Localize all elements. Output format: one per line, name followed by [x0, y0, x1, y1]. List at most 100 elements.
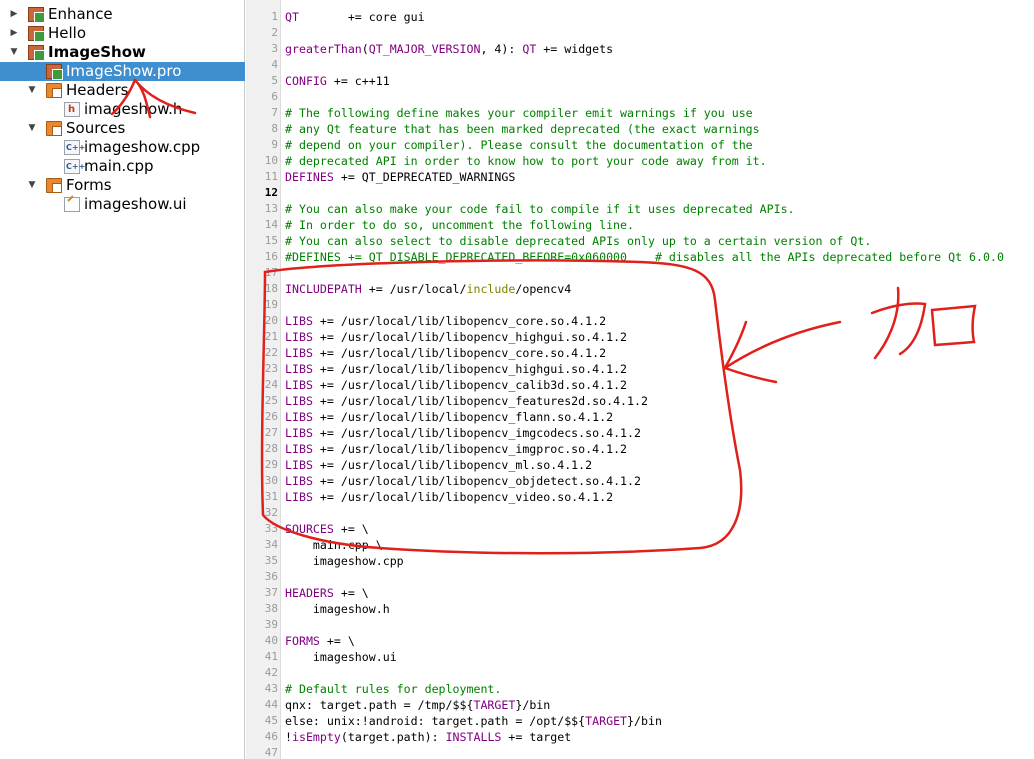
keyword-token: LIBS — [285, 410, 313, 424]
cpp-file-icon: C++ — [64, 159, 85, 174]
code-line[interactable]: # deprecated API in order to know how to… — [285, 154, 767, 168]
comment-token: # You can also make your code fail to co… — [285, 202, 795, 216]
comment-token: #DEFINES += QT_DISABLE_DEPRECATED_BEFORE… — [285, 250, 1004, 264]
code-token: imageshow.h — [285, 602, 390, 616]
tree-item-sources[interactable]: Sources — [0, 119, 245, 138]
file-type-glyph: h — [68, 104, 76, 115]
code-token: += core gui — [298, 10, 425, 24]
code-token: main.cpp \ — [285, 538, 383, 552]
expand-arrow-icon[interactable] — [8, 43, 20, 62]
code-line[interactable]: LIBS += /usr/local/lib/libopencv_flann.s… — [285, 410, 613, 424]
tree-item-enhance[interactable]: Enhance — [0, 5, 245, 24]
line-number: 7 — [271, 106, 278, 119]
tree-item-imageshow-pro[interactable]: ImageShow.pro — [0, 62, 245, 81]
code-line[interactable]: # Default rules for deployment. — [285, 682, 501, 696]
code-line[interactable]: # You can also make your code fail to co… — [285, 202, 795, 216]
code-line[interactable]: # any Qt feature that has been marked de… — [285, 122, 760, 136]
code-line[interactable]: # depend on your compiler). Please consu… — [285, 138, 753, 152]
code-line[interactable]: # You can also select to disable depreca… — [285, 234, 871, 248]
tree-item-imageshow-h[interactable]: h imageshow.h — [0, 100, 245, 119]
code-line[interactable]: else: unix:!android: target.path = /opt/… — [285, 714, 662, 728]
code-line[interactable]: !isEmpty(target.path): INSTALLS += targe… — [285, 730, 571, 744]
code-line[interactable]: SOURCES += \ — [285, 522, 369, 536]
comment-token: # depend on your compiler). Please consu… — [285, 138, 753, 152]
keyword-token: QT — [285, 10, 299, 24]
expand-arrow-icon[interactable] — [26, 81, 38, 100]
code-line[interactable]: LIBS += /usr/local/lib/libopencv_imgcode… — [285, 426, 641, 440]
code-line[interactable]: LIBS += /usr/local/lib/libopencv_core.so… — [285, 346, 606, 360]
code-line[interactable]: # The following define makes your compil… — [285, 106, 753, 120]
line-number: 44 — [264, 698, 278, 711]
line-number: 37 — [264, 586, 278, 599]
qt-project-icon — [28, 7, 45, 23]
code-line[interactable]: LIBS += /usr/local/lib/libopencv_video.s… — [285, 490, 613, 504]
line-number: 4 — [271, 58, 278, 71]
code-line[interactable]: QT += core gui — [285, 10, 425, 24]
comment-token: # Default rules for deployment. — [285, 682, 502, 696]
tree-item-imageshow[interactable]: ImageShow — [0, 43, 245, 62]
line-number: 33 — [264, 522, 278, 535]
ui-file-icon — [64, 197, 80, 212]
code-line[interactable]: imageshow.cpp — [285, 554, 404, 568]
line-number: 10 — [264, 154, 278, 167]
code-line[interactable]: LIBS += /usr/local/lib/libopencv_imgproc… — [285, 442, 627, 456]
line-number: 42 — [264, 666, 278, 679]
code-line[interactable]: greaterThan(QT_MAJOR_VERSION, 4): QT += … — [285, 42, 613, 56]
collapse-arrow-icon[interactable] — [8, 5, 20, 24]
expand-arrow-icon[interactable] — [26, 119, 38, 138]
tree-item-headers[interactable]: Headers — [0, 81, 245, 100]
line-number: 45 — [264, 714, 278, 727]
project-tree[interactable]: EnhanceHelloImageShowImageShow.proHeader… — [0, 0, 245, 759]
code-token: += \ — [319, 634, 355, 648]
keyword-token: FORMS — [285, 634, 320, 648]
collapse-arrow-icon[interactable] — [8, 24, 20, 43]
keyword-token: DEFINES — [285, 170, 334, 184]
code-line[interactable]: INCLUDEPATH += /usr/local/include/opencv… — [285, 282, 571, 296]
tree-item-hello[interactable]: Hello — [0, 24, 245, 43]
tree-item-forms[interactable]: Forms — [0, 176, 245, 195]
code-line[interactable]: FORMS += \ — [285, 634, 355, 648]
tree-item-label: imageshow.ui — [84, 195, 187, 213]
code-line[interactable]: qnx: target.path = /tmp/$${TARGET}/bin — [285, 698, 550, 712]
file-type-glyph: C++ — [66, 143, 86, 152]
line-number: 14 — [264, 218, 278, 231]
pro-file-icon — [46, 64, 63, 80]
code-line[interactable]: #DEFINES += QT_DISABLE_DEPRECATED_BEFORE… — [285, 250, 1004, 264]
line-number: 16 — [264, 250, 278, 263]
line-number: 12 — [264, 186, 278, 199]
code-line[interactable]: CONFIG += c++11 — [285, 74, 390, 88]
code-line[interactable]: LIBS += /usr/local/lib/libopencv_ml.so.4… — [285, 458, 592, 472]
code-line[interactable]: imageshow.ui — [285, 650, 397, 664]
code-line[interactable]: LIBS += /usr/local/lib/libopencv_feature… — [285, 394, 648, 408]
code-token: (target.path): — [340, 730, 446, 744]
keyword-token: LIBS — [285, 394, 313, 408]
line-number: 41 — [264, 650, 278, 663]
tree-item-label: Forms — [66, 176, 112, 194]
code-token: += /usr/local/lib/libopencv_calib3d.so.4… — [312, 378, 628, 392]
code-line[interactable]: LIBS += /usr/local/lib/libopencv_objdete… — [285, 474, 641, 488]
expand-arrow-icon[interactable] — [26, 176, 38, 195]
tree-item-label: main.cpp — [84, 157, 154, 175]
line-number: 30 — [264, 474, 278, 487]
line-number: 38 — [264, 602, 278, 615]
tree-item-imageshow-ui[interactable]: imageshow.ui — [0, 195, 245, 214]
keyword-token: LIBS — [285, 442, 313, 456]
code-line[interactable]: LIBS += /usr/local/lib/libopencv_highgui… — [285, 330, 627, 344]
keyword-token: INSTALLS — [445, 730, 502, 744]
code-line[interactable]: main.cpp \ — [285, 538, 383, 552]
code-line[interactable]: # In order to do so, uncomment the follo… — [285, 218, 634, 232]
comment-token: # You can also select to disable depreca… — [285, 234, 872, 248]
code-line[interactable]: HEADERS += \ — [285, 586, 369, 600]
code-line[interactable]: LIBS += /usr/local/lib/libopencv_calib3d… — [285, 378, 627, 392]
keyword-token: LIBS — [285, 314, 313, 328]
code-editor[interactable]: 1 2 3 4 5 6 7 8 9 10 11 12 13 14 15 16 17 18 19 20 21 22 23 24 2… — [246, 0, 1034, 759]
comment-token: # The following define makes your compil… — [285, 106, 753, 120]
code-line[interactable]: LIBS += /usr/local/lib/libopencv_core.so… — [285, 314, 606, 328]
code-line[interactable]: DEFINES += QT_DEPRECATED_WARNINGS — [285, 170, 515, 184]
code-line[interactable]: imageshow.h — [285, 602, 390, 616]
code-token: += /usr/local/lib/libopencv_video.so.4.1… — [312, 490, 614, 504]
tree-item-imageshow-cpp[interactable]: C++ imageshow.cpp — [0, 138, 245, 157]
keyword-token: LIBS — [285, 378, 313, 392]
code-line[interactable]: LIBS += /usr/local/lib/libopencv_highgui… — [285, 362, 627, 376]
tree-item-main-cpp[interactable]: C++ main.cpp — [0, 157, 245, 176]
